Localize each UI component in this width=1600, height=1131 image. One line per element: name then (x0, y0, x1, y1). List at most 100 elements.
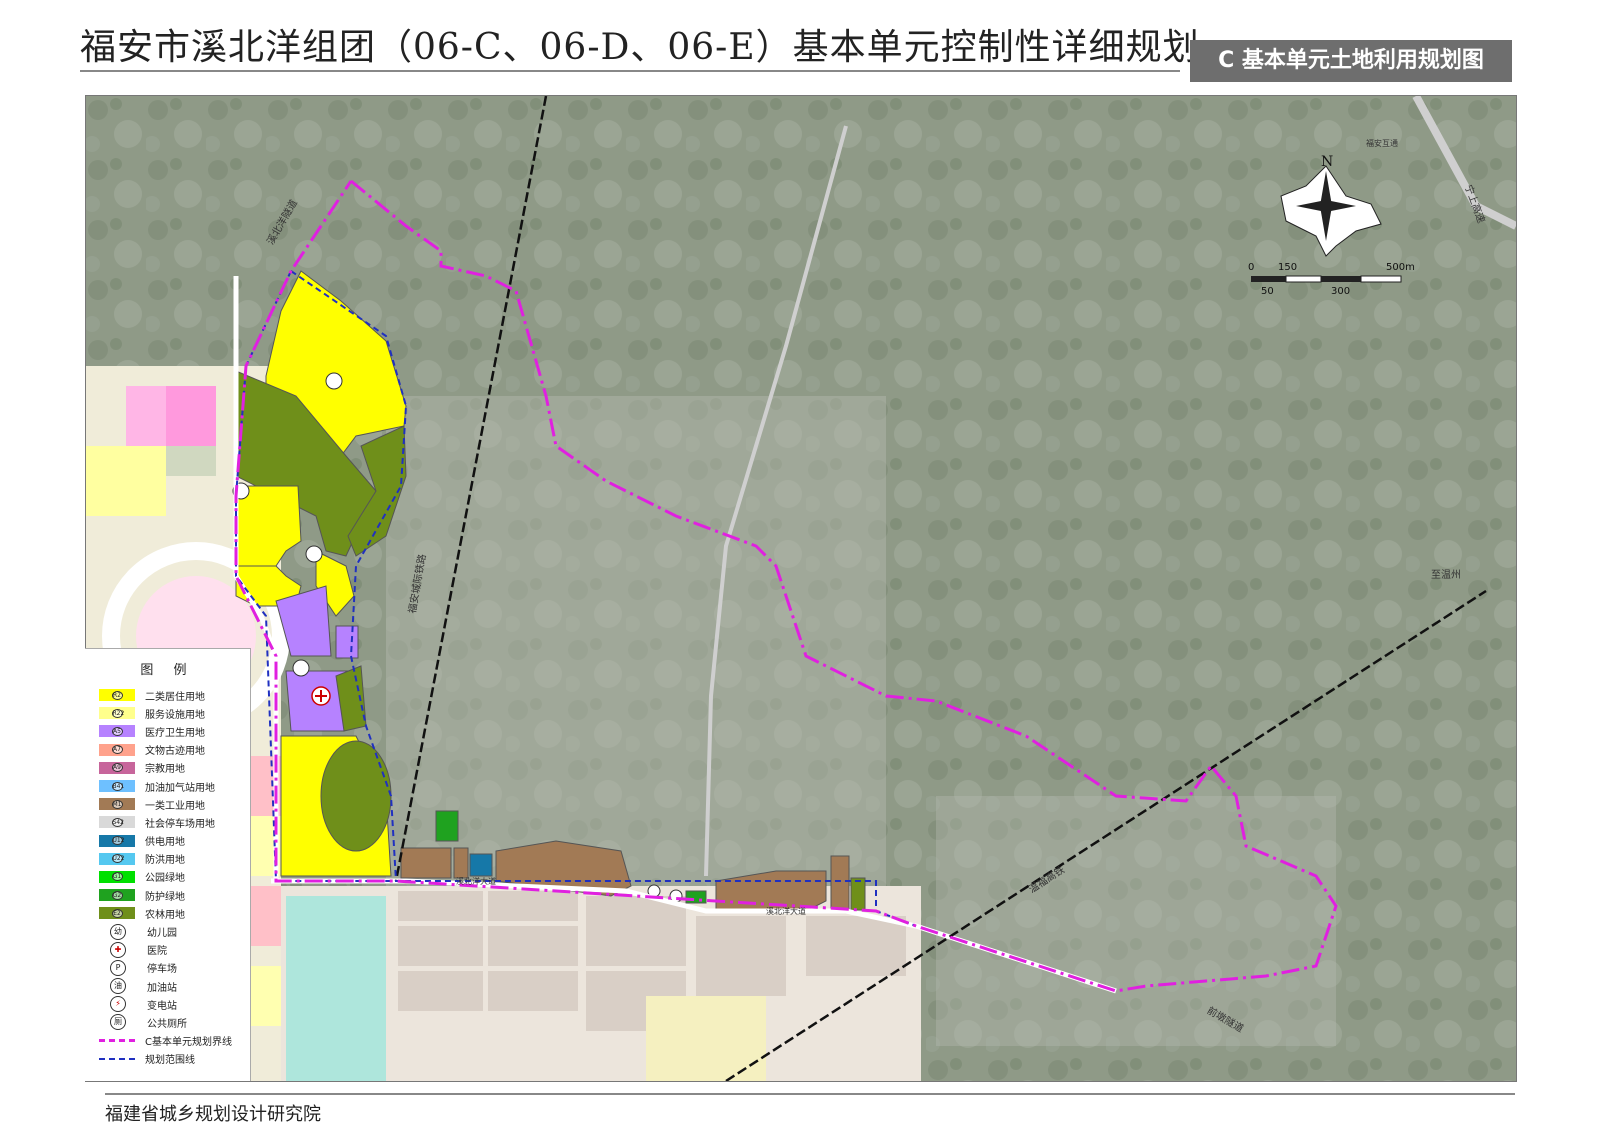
land-m1-industrial-5 (830, 855, 850, 912)
swatch-m1: M1 (99, 798, 135, 811)
legend-label: 社会停车场用地 (145, 818, 215, 830)
legend-item-g2: G2 防护绿地 (85, 886, 250, 904)
terrain-light-area-2 (936, 796, 1336, 1046)
legend-item-a7: A7 文物古迹用地 (85, 741, 250, 759)
toilet-icon: 厕 (110, 1014, 126, 1031)
legend-label: 公园绿地 (145, 873, 185, 885)
legend-item-u12: U12 供电用地 (85, 832, 250, 850)
title-underline (80, 70, 1180, 72)
legend-label: C基本单元规划界线 (145, 1037, 232, 1049)
land-e2-hill-south (320, 740, 392, 852)
urban-block (488, 926, 578, 966)
scale-bar (1251, 275, 1402, 283)
legend-item-u22: U22 防洪用地 (85, 850, 250, 868)
legend-label: 防洪用地 (145, 855, 185, 867)
label-avenue-1: 溪北洋大道 (456, 877, 496, 886)
legend-label: 加油站 (147, 982, 177, 994)
legend-label: 变电站 (147, 1000, 177, 1012)
legend-label: 供电用地 (145, 837, 185, 849)
legend-label: 服务设施用地 (145, 709, 205, 721)
legend-item-m1: M1 一类工业用地 (85, 795, 250, 813)
swatch-g1: G1 (99, 870, 135, 883)
legend-symbol-substation: ⚡ 变电站 (85, 995, 250, 1013)
parking-icon: P (110, 959, 126, 976)
gas-station-icon: 油 (110, 978, 126, 995)
swatch-r2: R2 (99, 689, 135, 702)
urban-block (488, 891, 578, 921)
label-avenue-2: 溪北洋大道 (766, 907, 806, 916)
legend-label: 农林用地 (145, 909, 185, 921)
legend-line-planning-range: 规划范围线 (85, 1050, 250, 1068)
legend-symbol-parking: P 停车场 (85, 959, 250, 977)
scale-label-50: 50 (1261, 286, 1274, 297)
urban-yellow-block (86, 446, 166, 516)
urban-block (398, 926, 483, 966)
scale-label-150: 150 (1278, 262, 1298, 273)
urban-pink-block (166, 386, 216, 446)
kindergarten-icon: 幼 (110, 923, 126, 940)
swatch-r22: R22 (99, 707, 135, 720)
urban-block (398, 891, 483, 921)
substation-icon: ⚡ (110, 996, 126, 1013)
urban-pink-block (126, 386, 166, 446)
legend-item-e2: E2 农林用地 (85, 904, 250, 922)
legend-item-s42: S42 社会停车场用地 (85, 813, 250, 831)
legend-item-r2: R2 二类居住用地 (85, 686, 250, 704)
scale-label-0: 0 (1248, 262, 1255, 273)
legend-label: 宗教用地 (145, 764, 185, 776)
hospital-icon: ✚ (110, 941, 126, 958)
legend-item-g1: G1 公园绿地 (85, 868, 250, 886)
legend-item-a9: A9 宗教用地 (85, 759, 250, 777)
urban-block (398, 971, 483, 1011)
legend-symbol-toilet: 厕 公共厕所 (85, 1013, 250, 1031)
legend-panel: 图 例 R2 二类居住用地 R22 服务设施用地 A5 医疗卫生用地 A7 文物古迹用地… (85, 648, 251, 1081)
legend-label: 医疗卫生用地 (145, 727, 205, 739)
map-canvas[interactable]: N 0 150 500m 50 300 溪北洋隧道 福安城际铁路 温福高铁 前墩… (85, 95, 1517, 1082)
scale-label-500: 500m (1386, 262, 1415, 273)
swatch-a5: A5 (99, 725, 135, 738)
urban-grey-block (166, 446, 216, 476)
urban-block (488, 971, 578, 1011)
legend-label: 停车场 (147, 964, 177, 976)
map-subtitle: C 基本单元土地利用规划图 (1190, 40, 1512, 82)
swatch-a7: A7 (99, 743, 135, 756)
legend-label: 文物古迹用地 (145, 746, 205, 758)
legend-symbol-kindergarten: 幼 幼儿园 (85, 922, 250, 940)
land-a5-medical-2 (335, 625, 359, 659)
legend-item-r22: R22 服务设施用地 (85, 704, 250, 722)
swatch-e2: E2 (99, 907, 135, 920)
urban-yellow-block (246, 966, 281, 1026)
legend-label: 公共厕所 (147, 1018, 187, 1030)
legend-symbol-hospital: ✚ 医院 (85, 941, 250, 959)
legend-line-c-boundary: C基本单元规划界线 (85, 1032, 250, 1050)
label-fuan-interchange: 福安互通 (1366, 139, 1398, 148)
legend-label: 一类工业用地 (145, 800, 205, 812)
swatch-b41: B41 (99, 780, 135, 793)
symbol-kindergarten-north (325, 372, 343, 390)
terrain-light-area (386, 396, 886, 896)
green-park-block (286, 896, 386, 1081)
swatch-a9: A9 (99, 761, 135, 774)
swatch-u22: U22 (99, 852, 135, 865)
urban-block (696, 916, 786, 996)
blue-dashed-line-icon (99, 1057, 135, 1060)
legend-label: 幼儿园 (147, 928, 177, 940)
legend-item-a5: A5 医疗卫生用地 (85, 722, 250, 740)
legend-item-b41: B41 加油加气站用地 (85, 777, 250, 795)
north-label: N (1321, 154, 1334, 170)
land-g2-small-1 (435, 810, 459, 842)
map-svg (86, 96, 1516, 1081)
land-g2-small-2 (685, 890, 707, 904)
legend-label: 加油加气站用地 (145, 782, 215, 794)
legend-label: 规划范围线 (145, 1055, 195, 1067)
urban-block (586, 896, 686, 966)
scale-label-300: 300 (1331, 286, 1351, 297)
swatch-u12: U12 (99, 834, 135, 847)
footer-rule (105, 1093, 1515, 1095)
land-m1-industrial-1 (400, 847, 452, 879)
magenta-dashdot-line-icon (99, 1039, 135, 1043)
urban-yellow-block (646, 996, 766, 1081)
legend-label: 二类居住用地 (145, 691, 205, 703)
legend-symbol-gas: 油 加油站 (85, 977, 250, 995)
symbol-parking (292, 659, 310, 677)
